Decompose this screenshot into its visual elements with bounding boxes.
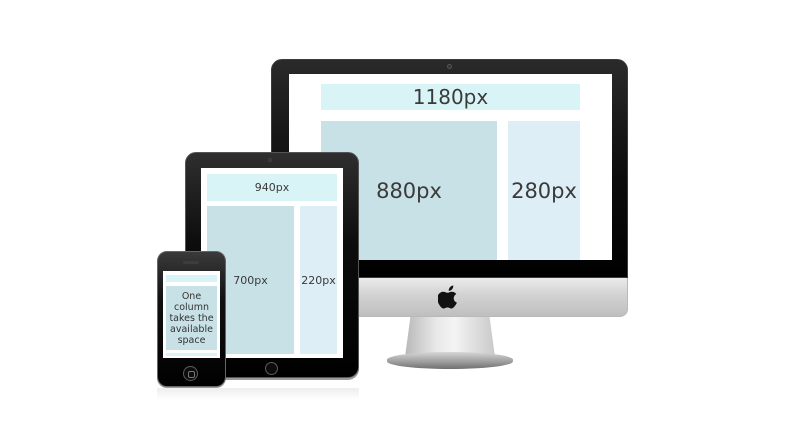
tablet-header-label: 940px <box>254 181 290 194</box>
desktop-header-label: 1180px <box>412 85 489 109</box>
tablet-home-button <box>265 362 278 375</box>
tablet-camera <box>268 158 272 162</box>
phone-content-label: One column takes the available space <box>169 290 214 346</box>
device-reflection <box>157 388 359 400</box>
phone-speaker <box>183 261 199 264</box>
phone-header-block <box>166 275 217 282</box>
tablet-sidebar-label: 220px <box>301 273 336 287</box>
phone-footer-block <box>166 353 217 356</box>
phone-home-button <box>183 366 198 381</box>
desktop-main-label: 880px <box>376 178 442 203</box>
desktop-stand-base <box>387 352 513 369</box>
phone-content-column: One column takes the available space <box>166 286 217 350</box>
apple-logo-icon <box>437 285 460 309</box>
desktop-sidebar-label: 280px <box>511 178 577 203</box>
desktop-sidebar-column: 280px <box>508 121 580 260</box>
desktop-header-block: 1180px <box>321 84 580 110</box>
desktop-camera <box>447 64 452 69</box>
tablet-main-label: 700px <box>233 273 268 287</box>
tablet-header-block: 940px <box>207 174 337 201</box>
desktop-stand-neck <box>405 317 495 357</box>
tablet-sidebar-column: 220px <box>300 206 337 354</box>
